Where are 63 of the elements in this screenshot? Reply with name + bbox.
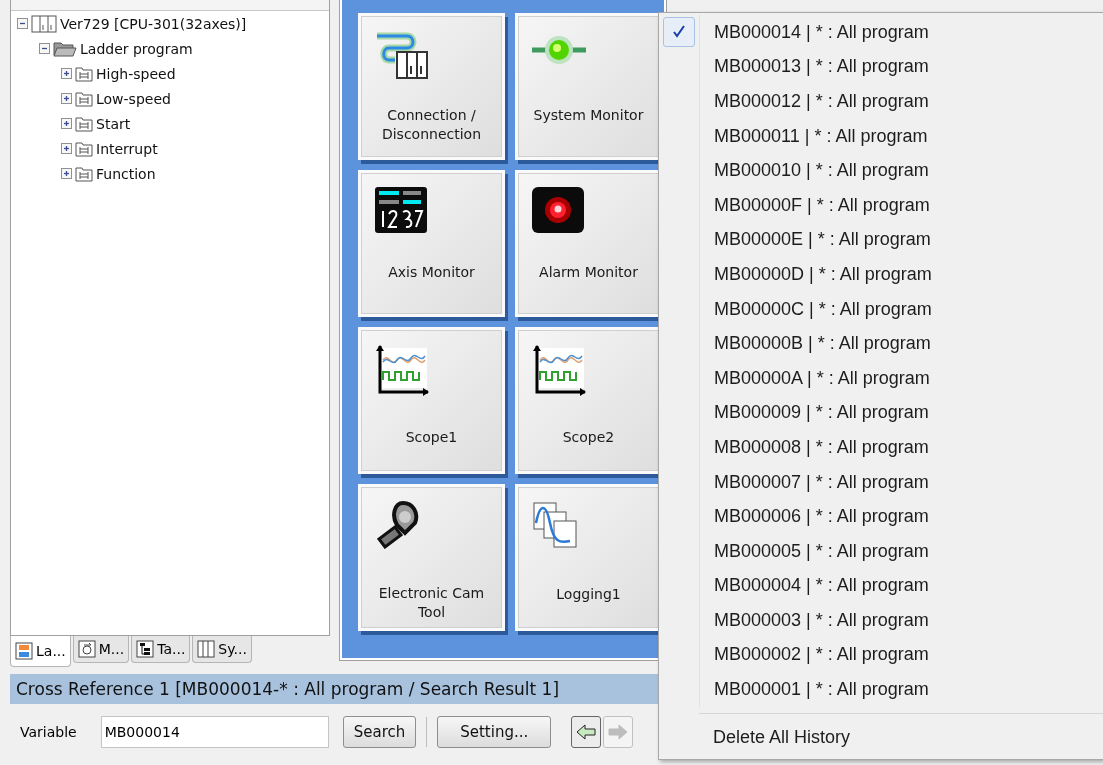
ladder-icon	[15, 642, 33, 660]
expand-icon[interactable]	[61, 118, 72, 129]
panel-tab[interactable]: Sy...	[192, 636, 252, 663]
rack-icon	[31, 14, 57, 33]
menu-item[interactable]: MB000004 | * : All program	[714, 575, 929, 597]
menu-item[interactable]: MB00000E | * : All program	[714, 229, 931, 251]
panel-tab[interactable]: M...	[72, 636, 130, 663]
menu-item[interactable]: MB00000D | * : All program	[714, 263, 932, 285]
tree-item[interactable]: Low-speed	[96, 90, 171, 107]
menu-item[interactable]: MB000008 | * : All program	[714, 436, 929, 458]
left-arrow-icon	[576, 724, 597, 740]
menu-item[interactable]: MB00000B | * : All program	[714, 333, 931, 355]
tree-item[interactable]: Function	[96, 165, 156, 182]
search-button[interactable]: Search	[342, 716, 417, 748]
menu-item[interactable]: MB00000A | * : All program	[714, 367, 930, 389]
collapse-icon[interactable]	[39, 43, 50, 54]
panel-tab[interactable]: La...	[10, 636, 71, 667]
menu-item[interactable]: MB000009 | * : All program	[714, 402, 929, 424]
tree-item[interactable]: High-speed	[96, 65, 176, 82]
menu-item[interactable]: MB000002 | * : All program	[714, 644, 929, 666]
menu-item[interactable]: MB000010 | * : All program	[714, 160, 929, 182]
axis-display-icon	[375, 187, 427, 233]
expand-icon[interactable]	[61, 93, 72, 104]
menu-item[interactable]: MB00000F | * : All program	[714, 194, 930, 216]
tree-item[interactable]: Ladder program	[80, 40, 193, 57]
expand-icon[interactable]	[61, 68, 72, 79]
menu-item[interactable]: MB000012 | * : All program	[714, 91, 929, 112]
documents-icon	[532, 501, 580, 549]
back-button[interactable]	[571, 716, 602, 748]
menu-item[interactable]: MB000005 | * : All program	[714, 540, 929, 562]
tree-item[interactable]: Start	[96, 115, 131, 132]
motion-icon	[77, 640, 96, 658]
collapse-icon[interactable]	[17, 18, 28, 29]
panel-tab[interactable]: Ta...	[131, 636, 191, 663]
waveform-chart-icon	[532, 344, 586, 396]
program-icon	[75, 115, 93, 132]
program-icon	[75, 90, 93, 107]
connection-icon	[375, 30, 429, 80]
menu-item[interactable]: MB000003 | * : All program	[714, 609, 929, 631]
menu-item[interactable]: MB00000C | * : All program	[714, 298, 932, 320]
tree-item[interactable]: Ver729 [CPU-301(32axes)]	[60, 15, 247, 32]
menu-item[interactable]: MB000011 | * : All program	[714, 125, 928, 147]
program-icon	[75, 165, 93, 182]
expand-icon[interactable]	[61, 143, 72, 154]
program-icon	[75, 140, 93, 157]
variable-field[interactable]: MB000014	[100, 716, 329, 748]
menu-item[interactable]: MB000013 | * : All program	[714, 56, 929, 78]
menu-item[interactable]: Delete All History	[713, 726, 851, 748]
program-icon	[75, 65, 93, 82]
expand-icon[interactable]	[61, 168, 72, 179]
alarm-lamp-icon	[532, 187, 584, 233]
tree-item[interactable]: Interrupt	[96, 140, 158, 157]
menu-item[interactable]: MB000001 | * : All program	[714, 679, 929, 701]
right-arrow-icon	[608, 724, 629, 740]
menu-item[interactable]: MB000006 | * : All program	[714, 506, 929, 528]
menu-item[interactable]: MB000007 | * : All program	[714, 471, 929, 493]
table-icon	[136, 640, 155, 658]
menu-item[interactable]: MB000014 | * : All program	[714, 21, 929, 43]
variable-label: Variable	[20, 724, 77, 740]
setting-button[interactable]: Setting...	[437, 716, 552, 748]
folder-icon	[53, 40, 77, 57]
rack-icon	[197, 640, 216, 658]
waveform-chart-icon	[375, 344, 429, 396]
